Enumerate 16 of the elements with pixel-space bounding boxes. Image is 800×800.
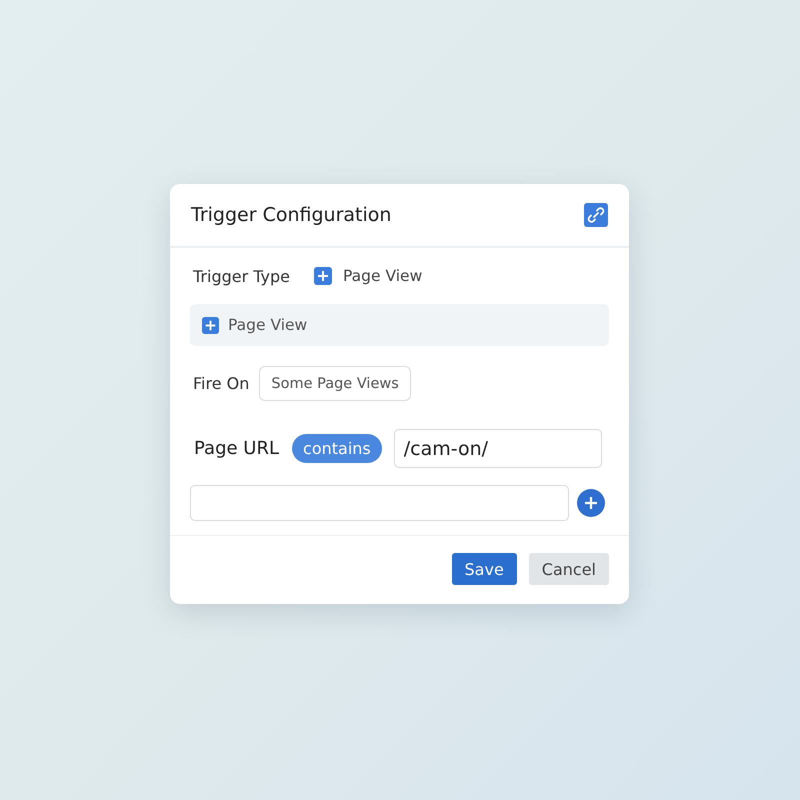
trigger-type-value: Page View [343, 267, 422, 285]
link-icon[interactable] [584, 203, 608, 227]
plus-icon [314, 267, 332, 285]
trigger-option[interactable]: Page View [190, 304, 609, 346]
fire-on-select[interactable]: Some Page Views [259, 366, 411, 401]
plus-icon [202, 316, 219, 334]
dialog-title: Trigger Configuration [191, 204, 392, 226]
cancel-button[interactable]: Cancel [528, 553, 609, 585]
page-url-label: Page URL [194, 438, 280, 459]
save-button[interactable]: Save [452, 553, 517, 585]
url-input-field[interactable]: /cam-on/ [394, 429, 602, 468]
trigger-type-label: Trigger Type [193, 266, 290, 286]
operator-pill[interactable]: contains [292, 434, 382, 463]
fire-on-label: Fire On [193, 374, 250, 393]
add-button[interactable] [577, 489, 605, 517]
input-field[interactable] [190, 485, 569, 521]
